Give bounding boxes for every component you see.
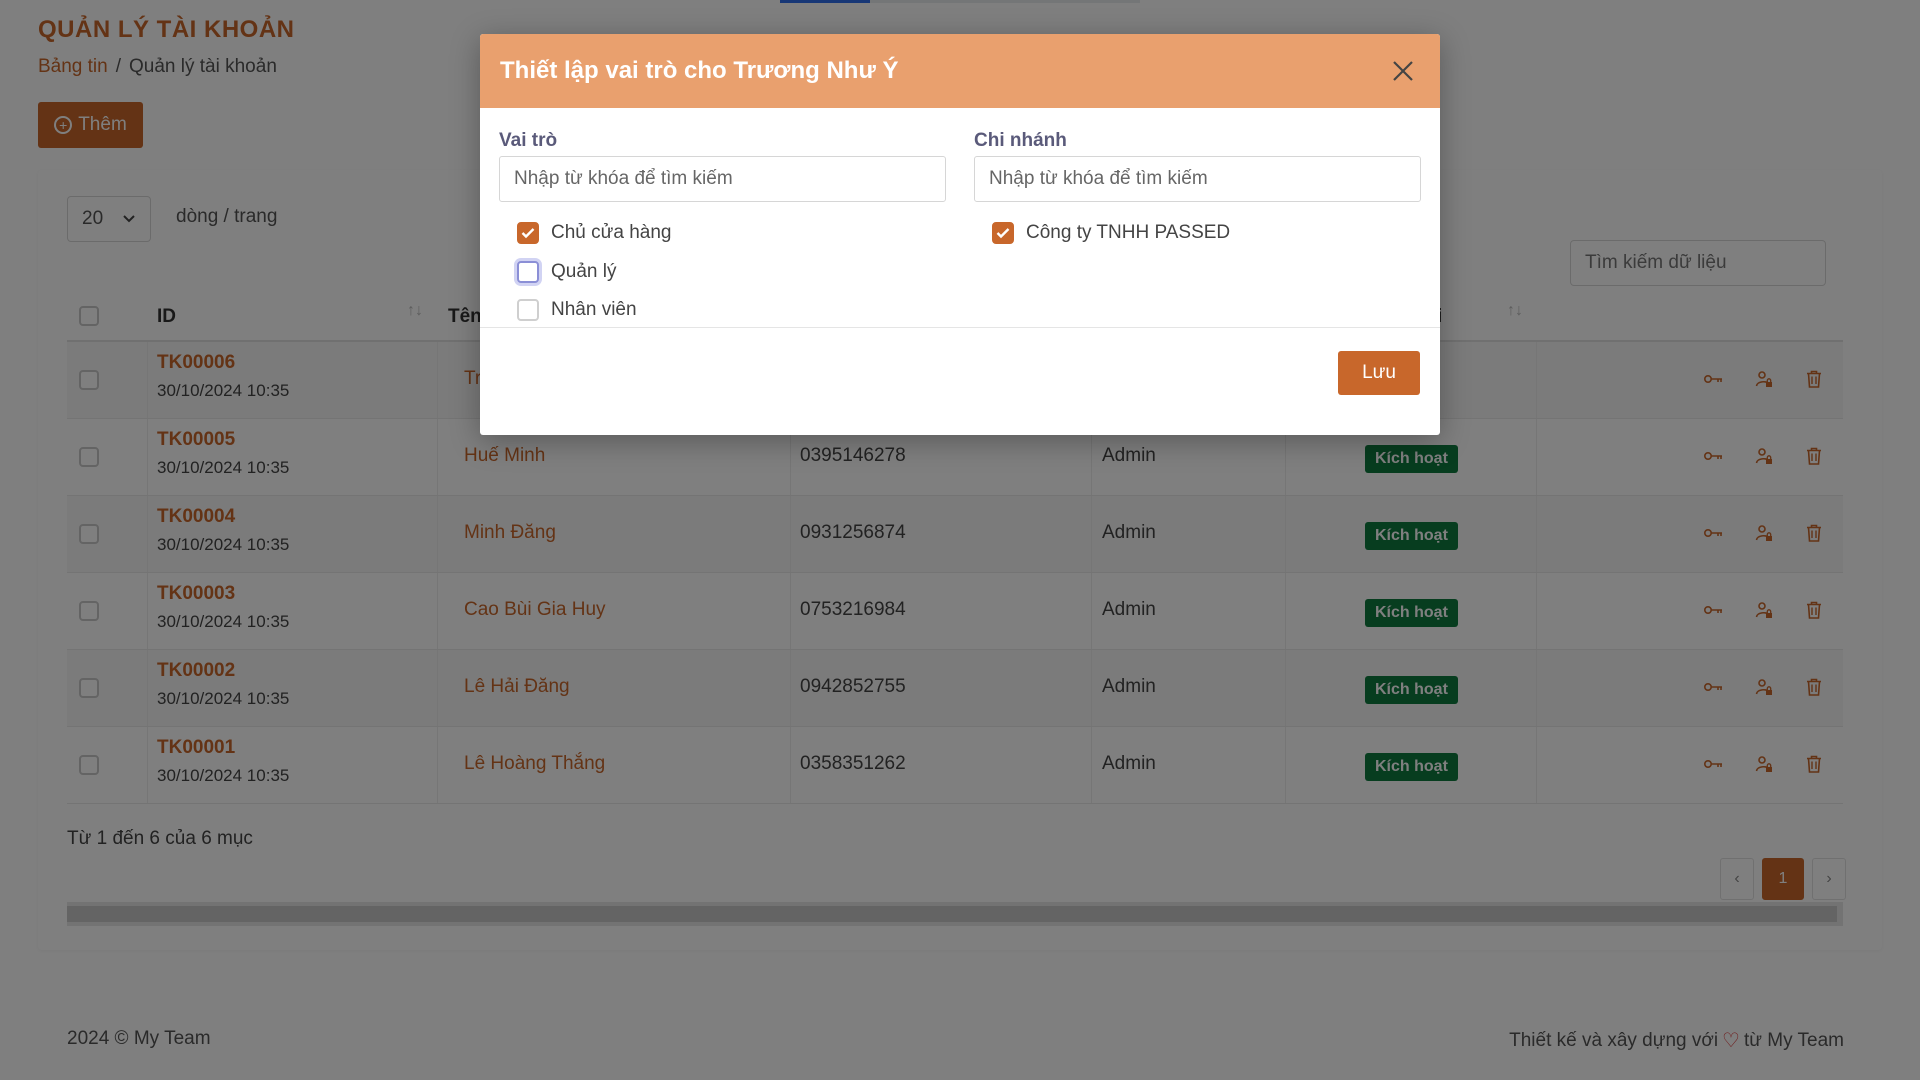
role-setup-modal: Thiết lập vai trò cho Trương Như Ý Vai t…: [480, 34, 1440, 435]
role-option-manager[interactable]: Quản lý: [517, 261, 616, 283]
role-owner-checkbox[interactable]: [517, 222, 539, 244]
branch-passed-checkbox[interactable]: [992, 222, 1014, 244]
branch-field-label: Chi nhánh: [974, 130, 1067, 151]
branch-search-input[interactable]: Nhập từ khóa để tìm kiếm: [974, 156, 1421, 202]
role-manager-checkbox[interactable]: [517, 261, 539, 283]
role-manager-label: Quản lý: [551, 261, 617, 282]
modal-title: Thiết lập vai trò cho Trương Như Ý: [500, 57, 899, 84]
role-search-input[interactable]: Nhập từ khóa để tìm kiếm: [499, 156, 946, 202]
role-staff-checkbox[interactable]: [517, 299, 539, 321]
role-option-staff[interactable]: Nhân viên: [517, 299, 637, 321]
role-owner-label: Chủ cửa hàng: [551, 222, 672, 243]
role-field-label: Vai trò: [499, 130, 558, 151]
close-icon[interactable]: [1386, 54, 1420, 88]
role-staff-label: Nhân viên: [551, 299, 637, 320]
save-button[interactable]: Lưu: [1338, 351, 1420, 395]
branch-passed-label: Công ty TNHH PASSED: [1026, 222, 1231, 243]
modal-body: Vai trò Nhập từ khóa để tìm kiếm Chi nhá…: [480, 108, 1440, 328]
role-option-owner[interactable]: Chủ cửa hàng: [517, 222, 671, 244]
modal-header: Thiết lập vai trò cho Trương Như Ý: [480, 34, 1440, 108]
branch-option-passed[interactable]: Công ty TNHH PASSED: [992, 222, 1230, 244]
